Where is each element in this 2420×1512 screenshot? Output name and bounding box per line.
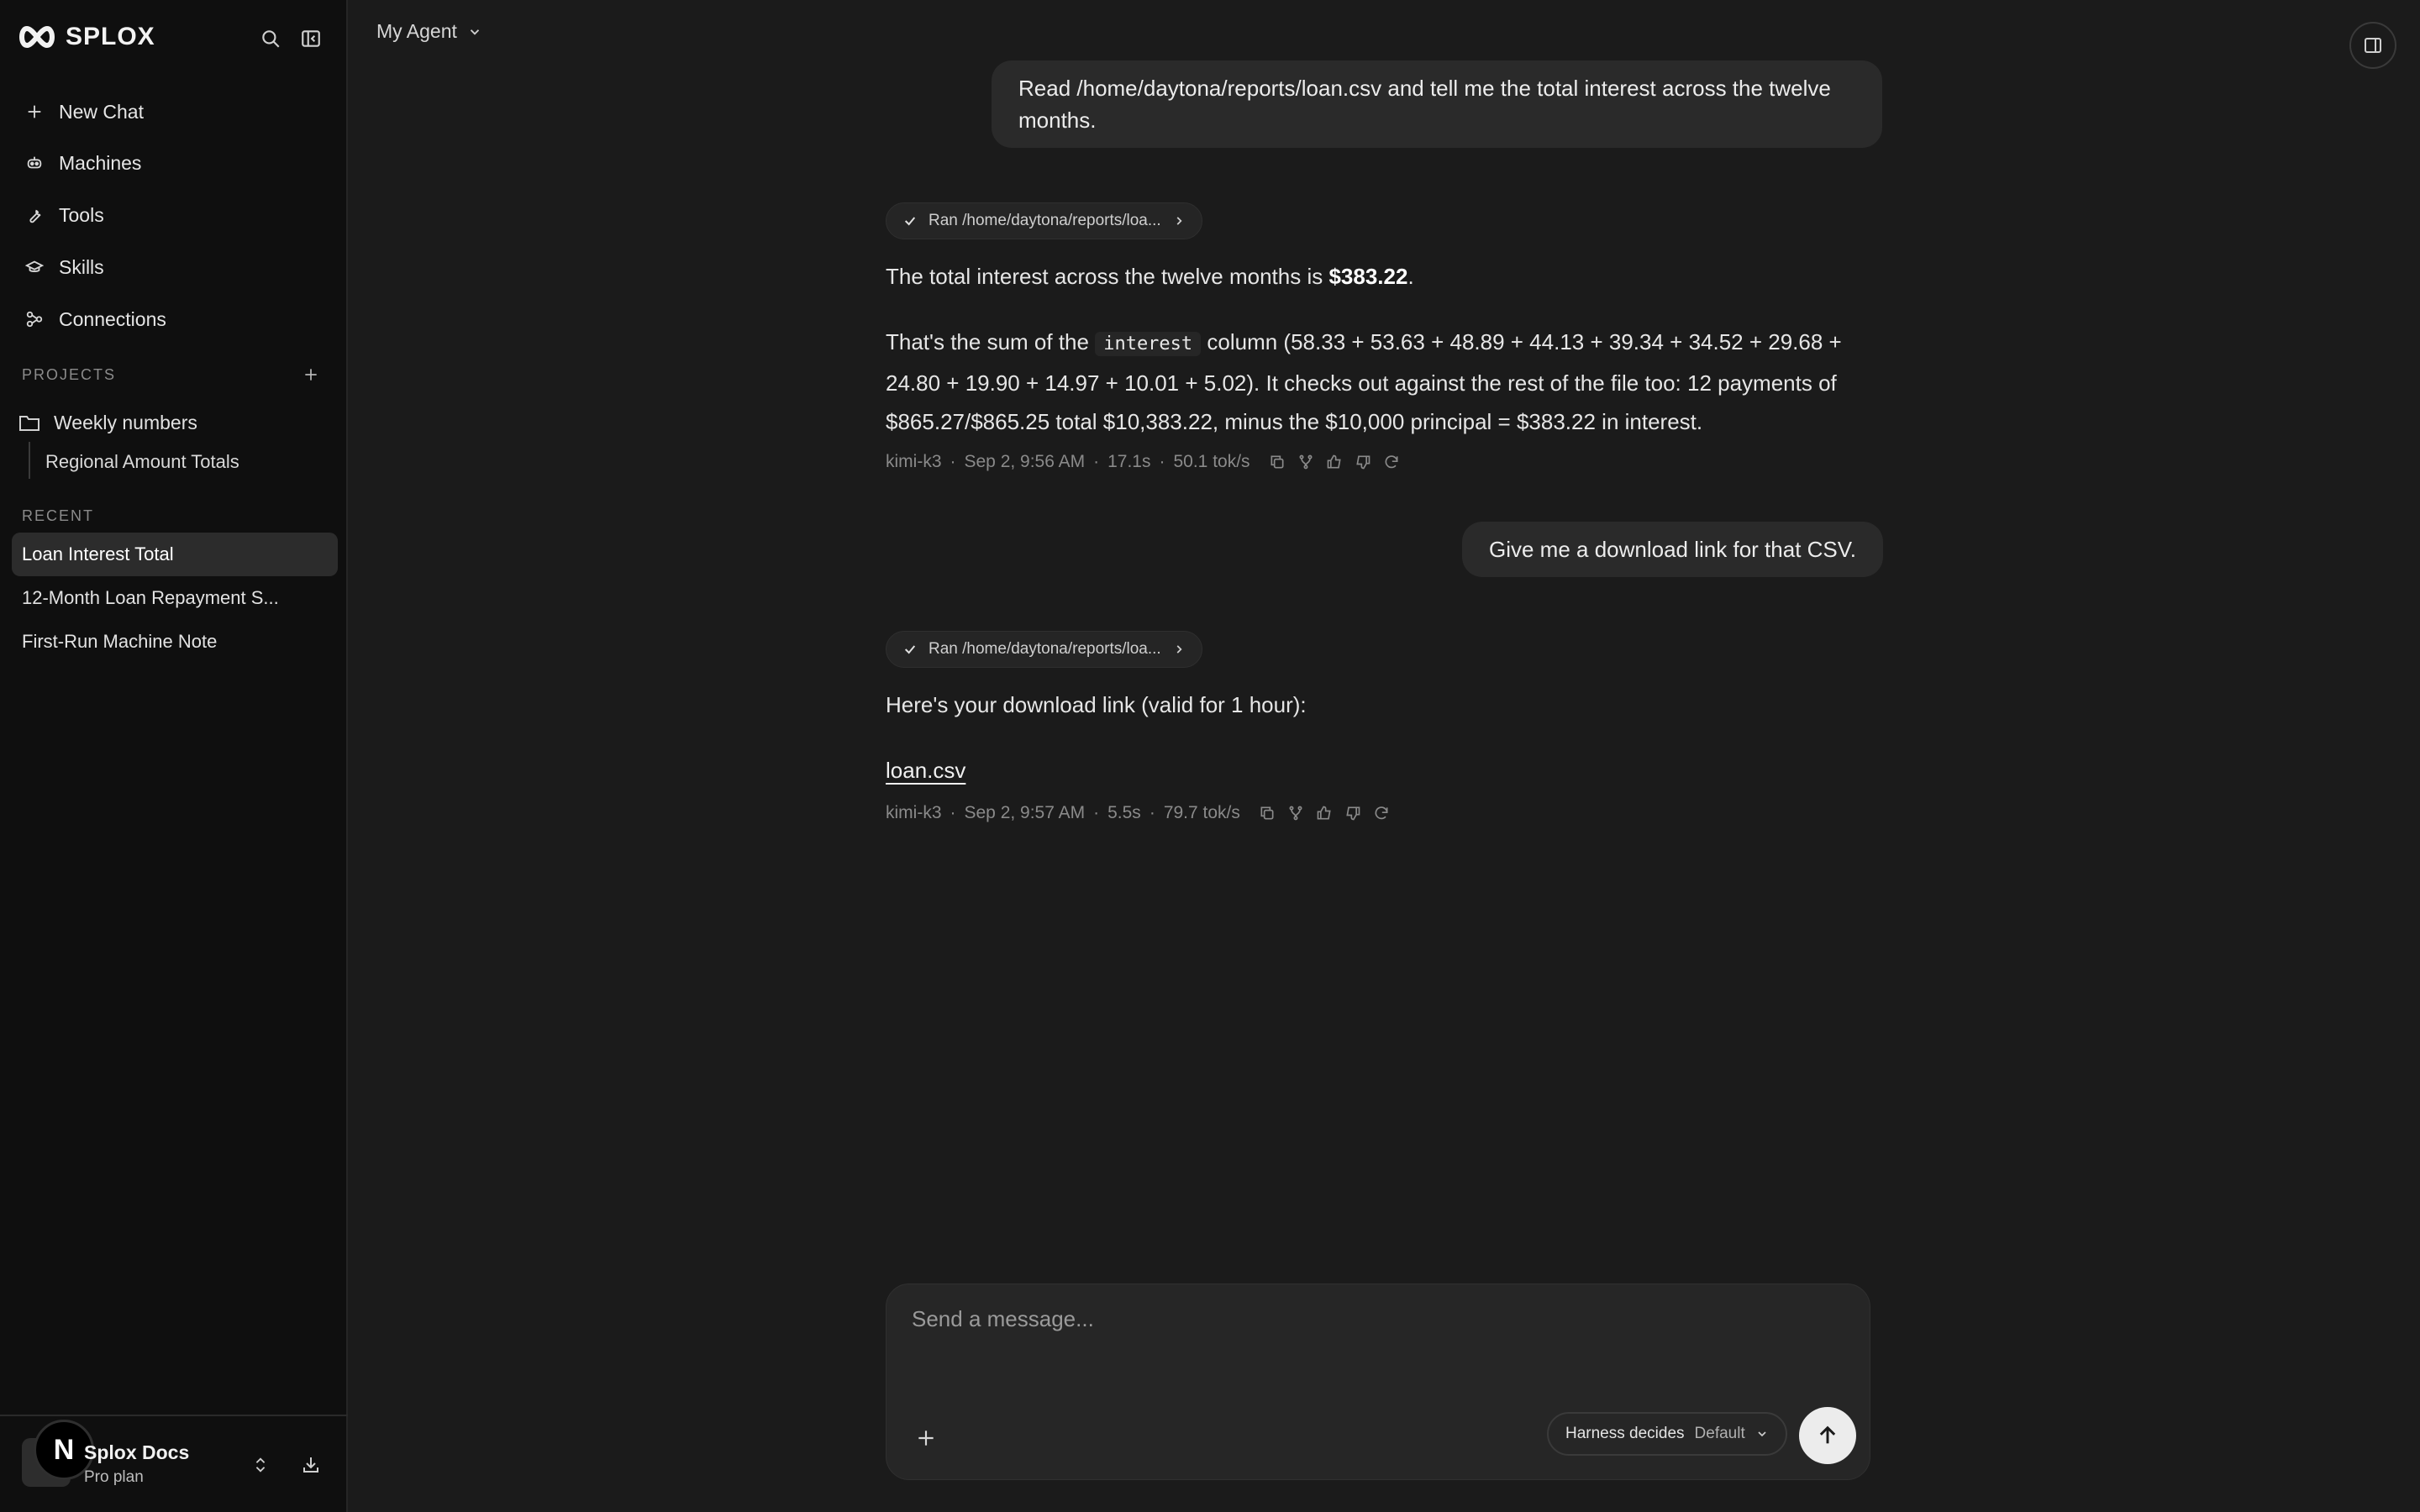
user-message: Read /home/daytona/reports/loan.csv and …	[992, 60, 1882, 148]
send-button[interactable]	[1799, 1407, 1856, 1464]
side-panel-icon	[2365, 38, 2381, 53]
assistant-answer: Here's your download link (valid for 1 h…	[886, 692, 1307, 717]
nav-label: Connections	[59, 307, 166, 330]
branch-icon[interactable]	[1297, 454, 1314, 470]
nav-label: Tools	[59, 203, 104, 226]
plus-icon	[305, 369, 317, 381]
nav-new-chat[interactable]: New Chat	[12, 88, 338, 135]
robot-icon	[27, 156, 42, 169]
chevron-down-icon	[470, 29, 480, 35]
project-tree-line	[29, 442, 30, 479]
message-composer: Harness decides Default	[886, 1284, 1870, 1480]
nav-machines[interactable]: Machines	[12, 139, 338, 186]
thumbs-up-icon[interactable]	[1316, 805, 1333, 822]
agent-name: My Agent	[376, 20, 457, 42]
sidebar-collapse-icon	[302, 30, 320, 47]
account-plan: Pro plan	[84, 1468, 144, 1486]
sidebar: SPLOX New Chat Machines Tools Skills Con…	[0, 0, 348, 1512]
tool-run-label: Ran /home/daytona/reports/loa...	[929, 640, 1161, 658]
tool-run-label: Ran /home/daytona/reports/loa...	[929, 212, 1161, 229]
thumbs-down-icon[interactable]	[1355, 454, 1371, 470]
chevron-right-icon	[1176, 645, 1182, 654]
collapse-sidebar-button[interactable]	[294, 22, 328, 55]
plus-icon	[28, 105, 41, 118]
message-meta: kimi-k3 · Sep 2, 9:56 AM · 17.1s · 50.1 tok…	[886, 452, 1400, 472]
nav-connections[interactable]: Connections	[12, 296, 338, 343]
meta-speed: 79.7 tok/s	[1163, 803, 1240, 822]
recent-chat-item[interactable]: 12-Month Loan Repayment S...	[12, 576, 338, 620]
check-icon	[904, 645, 916, 654]
copy-icon[interactable]	[1259, 805, 1276, 822]
meta-model: kimi-k3	[886, 803, 942, 822]
project-chat-regional-amount-totals[interactable]: Regional Amount Totals	[45, 444, 239, 480]
chevron-right-icon	[1176, 217, 1182, 225]
nav-label: Machines	[59, 151, 142, 174]
assistant-link-row: loan.csv	[886, 751, 1860, 790]
add-project-button[interactable]	[296, 360, 326, 390]
meta-speed: 50.1 tok/s	[1173, 452, 1250, 471]
chevron-down-icon	[1758, 1431, 1766, 1437]
message-meta: kimi-k3 · Sep 2, 9:57 AM · 5.5s · 79.7 tok/…	[886, 803, 1390, 823]
chevron-up-down-icon	[255, 1457, 266, 1473]
thumbs-down-icon[interactable]	[1344, 805, 1361, 822]
nav-tools[interactable]: Tools	[12, 192, 338, 239]
tool-run-chip[interactable]: Ran /home/daytona/reports/loa...	[886, 202, 1202, 239]
harness-label: Harness decides	[1565, 1425, 1685, 1442]
account-switcher-button[interactable]	[245, 1450, 276, 1480]
detail-pre: That's the sum of the	[886, 329, 1096, 354]
arrow-up-icon	[1819, 1425, 1836, 1444]
recent-chat-item[interactable]: Loan Interest Total	[12, 533, 338, 576]
assistant-detail: That's the sum of the interest column (5…	[886, 323, 1860, 441]
inline-code: interest	[1095, 332, 1202, 356]
branch-icon[interactable]	[1287, 805, 1304, 822]
account-name[interactable]: Splox Docs	[84, 1441, 189, 1464]
user-message: Give me a download link for that CSV.	[1462, 522, 1883, 577]
answer-value: $383.22	[1328, 264, 1408, 289]
attach-button[interactable]	[907, 1419, 945, 1457]
graduation-cap-icon	[25, 260, 44, 272]
connections-icon	[26, 311, 43, 328]
infinity-logo-icon	[19, 25, 55, 49]
assistant-answer: The total interest across the twelve mon…	[886, 257, 1860, 296]
nav-label: Skills	[59, 255, 104, 278]
regenerate-icon[interactable]	[1373, 805, 1390, 822]
download-icon	[303, 1457, 318, 1473]
meta-duration: 5.5s	[1107, 803, 1141, 822]
meta-duration: 17.1s	[1107, 452, 1151, 471]
harness-selector[interactable]: Harness decides Default	[1547, 1412, 1787, 1456]
project-label: Weekly numbers	[54, 411, 197, 433]
harness-value: Default	[1694, 1425, 1745, 1442]
download-link[interactable]: loan.csv	[886, 758, 965, 783]
folder-icon	[19, 416, 39, 431]
copy-icon[interactable]	[1269, 454, 1286, 470]
search-button[interactable]	[254, 22, 287, 55]
meta-model: kimi-k3	[886, 452, 942, 471]
toggle-side-panel-button[interactable]	[2349, 22, 2396, 69]
chat-main: My Agent Read /home/daytona/reports/loan…	[350, 0, 2420, 1512]
brand-name: SPLOX	[66, 23, 155, 50]
recent-section-label: RECENT	[22, 507, 95, 524]
splox-logo[interactable]: SPLOX	[17, 22, 155, 52]
project-weekly-numbers[interactable]: Weekly numbers	[18, 402, 338, 444]
answer-lead: The total interest across the twelve mon…	[886, 264, 1329, 289]
search-icon	[262, 30, 280, 48]
message-input[interactable]	[912, 1306, 1836, 1332]
recent-chat-item[interactable]: First-Run Machine Note	[12, 620, 338, 664]
meta-time: Sep 2, 9:57 AM	[964, 803, 1086, 822]
wrench-icon	[29, 209, 41, 223]
nav-skills[interactable]: Skills	[12, 244, 338, 291]
agent-selector[interactable]: My Agent	[376, 20, 482, 43]
projects-section-label: PROJECTS	[22, 366, 117, 383]
meta-time: Sep 2, 9:56 AM	[964, 452, 1086, 471]
download-app-button[interactable]	[296, 1450, 326, 1480]
check-icon	[904, 217, 916, 226]
tool-run-chip[interactable]: Ran /home/daytona/reports/loa...	[886, 631, 1202, 668]
nav-label: New Chat	[59, 100, 144, 123]
regenerate-icon[interactable]	[1383, 454, 1400, 470]
answer-end: .	[1407, 264, 1414, 289]
plus-icon	[918, 1431, 934, 1446]
thumbs-up-icon[interactable]	[1326, 454, 1343, 470]
